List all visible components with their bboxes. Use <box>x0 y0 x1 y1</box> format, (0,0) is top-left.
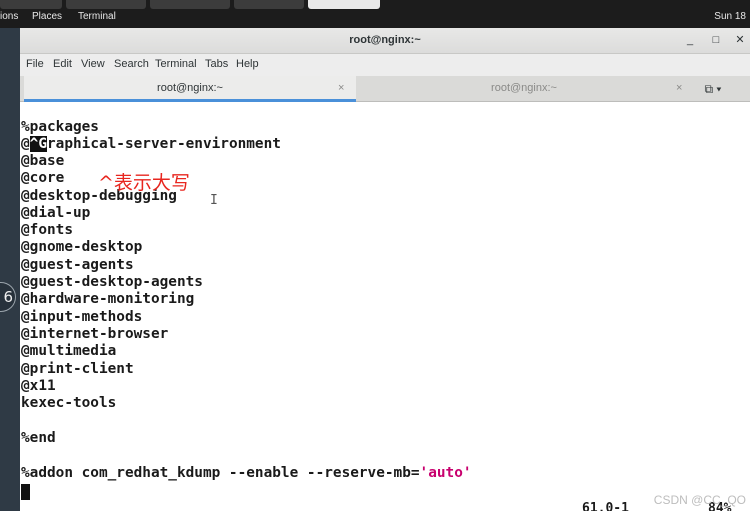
menu-help[interactable]: Help <box>236 58 259 70</box>
tab-root-nginx-1[interactable]: root@nginx:~ <box>24 76 356 102</box>
places-menu[interactable]: Places <box>32 11 62 22</box>
taskbar-window-tab[interactable] <box>66 0 146 9</box>
terminal-line: @hardware-monitoring <box>21 291 195 307</box>
window-titlebar[interactable]: root@nginx:~ _ □ ✕ <box>20 28 750 54</box>
terminal-line: @internet-browser <box>21 326 169 342</box>
cursor-char: ^G <box>29 136 47 152</box>
taskbar-window-tab[interactable] <box>0 0 62 9</box>
terminal-line: @gnome-desktop <box>21 239 143 255</box>
terminal-line: @guest-desktop-agents <box>21 274 203 290</box>
menu-tabs[interactable]: Tabs <box>205 58 228 70</box>
line-prefix: @ <box>21 136 30 152</box>
terminal-line: %packages <box>21 119 99 135</box>
terminal-line: %addon com_redhat_kdump --enable --reser… <box>21 465 472 482</box>
menu-bar: File Edit View Search Terminal Tabs Help <box>20 54 750 76</box>
tab-label: root@nginx:~ <box>157 82 223 94</box>
terminal-app-menu[interactable]: Terminal <box>78 11 116 22</box>
red-annotation-text: ^表示大写 <box>98 172 190 194</box>
terminal-line: @fonts <box>21 222 73 238</box>
addon-value: 'auto' <box>419 465 472 481</box>
applications-menu[interactable]: ions <box>0 11 18 22</box>
addon-command: %addon com_redhat_kdump --enable --reser… <box>21 465 420 481</box>
menu-search[interactable]: Search <box>114 58 149 70</box>
vim-cursor-position: 61,0-1 <box>582 501 629 511</box>
menu-terminal[interactable]: Terminal <box>155 58 197 70</box>
tab-close-icon[interactable]: × <box>676 76 682 101</box>
terminal-line: @input-methods <box>21 309 143 325</box>
tab-label: root@nginx:~ <box>491 82 557 94</box>
terminal-cursor <box>21 484 30 500</box>
window-title: root@nginx:~ <box>349 34 421 46</box>
clock[interactable]: Sun 18 <box>714 11 746 22</box>
terminal-line: @dial-up <box>21 205 91 221</box>
terminal-content[interactable]: %packages @^Graphical-server-environment… <box>20 102 750 511</box>
menu-file[interactable]: File <box>26 58 44 70</box>
taskbar-window-tab[interactable] <box>150 0 230 9</box>
line-rest: raphical-server-environment <box>47 136 281 152</box>
terminal-line: @x11 <box>21 378 56 394</box>
terminal-line: @guest-agents <box>21 257 134 273</box>
taskbar-window-tab-active[interactable] <box>308 0 380 9</box>
terminal-line: @multimedia <box>21 343 117 359</box>
terminal-line: %end <box>21 430 56 446</box>
terminal-line: @base <box>21 153 65 169</box>
taskbar-window-tab[interactable] <box>234 0 304 9</box>
maximize-button[interactable]: □ <box>710 33 722 47</box>
tab-close-icon[interactable]: × <box>338 76 344 101</box>
terminal-window: root@nginx:~ _ □ ✕ File Edit View Search… <box>20 28 750 511</box>
desktop-background: 6 <box>0 28 20 511</box>
terminal-line: @core <box>21 170 65 186</box>
terminal-line: kexec-tools <box>21 395 117 411</box>
desktop-launcher-icon[interactable]: 6 <box>0 282 16 312</box>
text-cursor-ibeam-icon: I <box>210 193 218 208</box>
csdn-watermark: CSDN @CC_QO <box>653 493 746 507</box>
gnome-top-bar: ions Places Terminal Sun 18 <box>0 0 750 28</box>
terminal-line: @print-client <box>21 361 134 377</box>
tab-root-nginx-2[interactable]: root@nginx:~ <box>356 76 692 102</box>
close-button[interactable]: ✕ <box>734 33 746 47</box>
menu-view[interactable]: View <box>81 58 105 70</box>
tabs-menu-button[interactable]: ⧉ ▾ <box>698 80 728 98</box>
tab-bar: root@nginx:~ × root@nginx:~ × ⧉ ▾ <box>20 76 750 102</box>
minimize-button[interactable]: _ <box>684 33 696 47</box>
menu-edit[interactable]: Edit <box>53 58 72 70</box>
terminal-line: @^Graphical-server-environment <box>21 136 281 153</box>
